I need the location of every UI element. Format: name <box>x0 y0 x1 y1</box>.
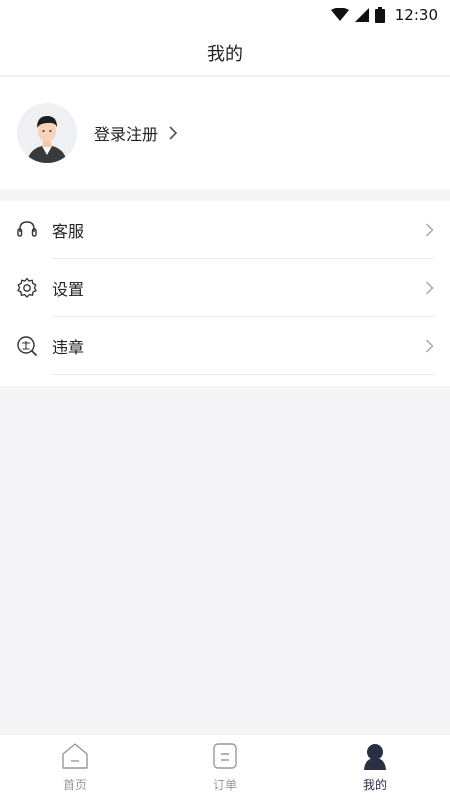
page-title: 我的 <box>207 43 243 65</box>
menu-item-label: 客服 <box>52 222 85 241</box>
nav-item-home[interactable]: 首页 <box>15 742 135 793</box>
signal-icon <box>354 8 369 22</box>
title-bar: 我的 <box>0 30 450 76</box>
violation-search-icon <box>16 335 38 357</box>
menu-item-label: 设置 <box>52 280 85 299</box>
menu-item-customer-service[interactable]: 客服 <box>0 201 450 259</box>
login-register-label: 登录注册 <box>94 125 159 144</box>
gear-icon <box>16 277 38 299</box>
divider <box>52 374 434 375</box>
chevron-right-icon <box>169 126 178 140</box>
nav-item-me[interactable]: 我的 <box>315 742 435 793</box>
nav-item-orders[interactable]: 订单 <box>165 742 285 793</box>
menu-item-settings[interactable]: 设置 <box>0 259 450 317</box>
user-icon <box>364 744 386 770</box>
nav-label: 首页 <box>62 778 87 792</box>
menu-item-violations[interactable]: 违章 <box>0 317 450 375</box>
status-bar: 12:30 <box>0 0 450 30</box>
screen: 12:30 我的 登录注册 客服 设置 违章 首页 订单 我的 <box>0 0 450 800</box>
status-time: 12:30 <box>394 6 438 24</box>
nav-label: 订单 <box>212 778 237 792</box>
nav-label: 我的 <box>362 778 387 792</box>
settings-menu: 客服 设置 违章 <box>0 201 450 386</box>
order-icon <box>213 743 237 769</box>
avatar[interactable] <box>17 103 77 163</box>
profile-section: 登录注册 <box>0 77 450 189</box>
chevron-right-icon <box>425 281 434 295</box>
chevron-right-icon <box>425 223 434 237</box>
headset-icon <box>16 219 38 241</box>
battery-icon <box>374 7 385 23</box>
wifi-icon <box>330 8 349 21</box>
login-register-link[interactable]: 登录注册 <box>94 121 178 145</box>
home-icon <box>62 743 88 769</box>
menu-item-label: 违章 <box>52 338 85 357</box>
bottom-nav: 首页 订单 我的 <box>0 734 450 800</box>
chevron-right-icon <box>425 339 434 353</box>
avatar-person-icon <box>17 103 77 163</box>
